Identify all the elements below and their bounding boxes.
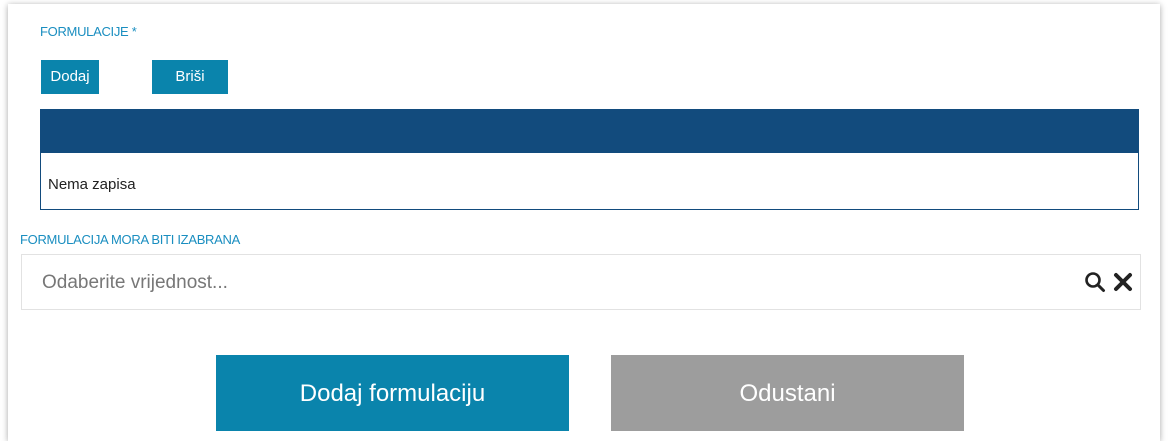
close-icon[interactable] [1112,271,1134,293]
formulation-dialog: FORMULACIJE * Dodaj Briši Nema zapisa FO… [8,4,1160,441]
formulation-select[interactable]: Odaberite vrijednost... [21,254,1141,310]
formulacije-grid [40,109,1139,210]
add-formulation-button[interactable]: Dodaj formulaciju [216,355,569,431]
cancel-button[interactable]: Odustani [611,355,964,431]
grid-empty-message: Nema zapisa [48,176,136,193]
validation-message: FORMULACIJA MORA BITI IZABRANA [20,232,240,247]
grid-header [41,110,1138,153]
select-placeholder: Odaberite vrijednost... [42,272,228,293]
delete-button[interactable]: Briši [152,60,228,94]
formulacije-label: FORMULACIJE * [40,24,137,39]
search-icon[interactable] [1084,271,1106,293]
add-button[interactable]: Dodaj [41,60,99,94]
